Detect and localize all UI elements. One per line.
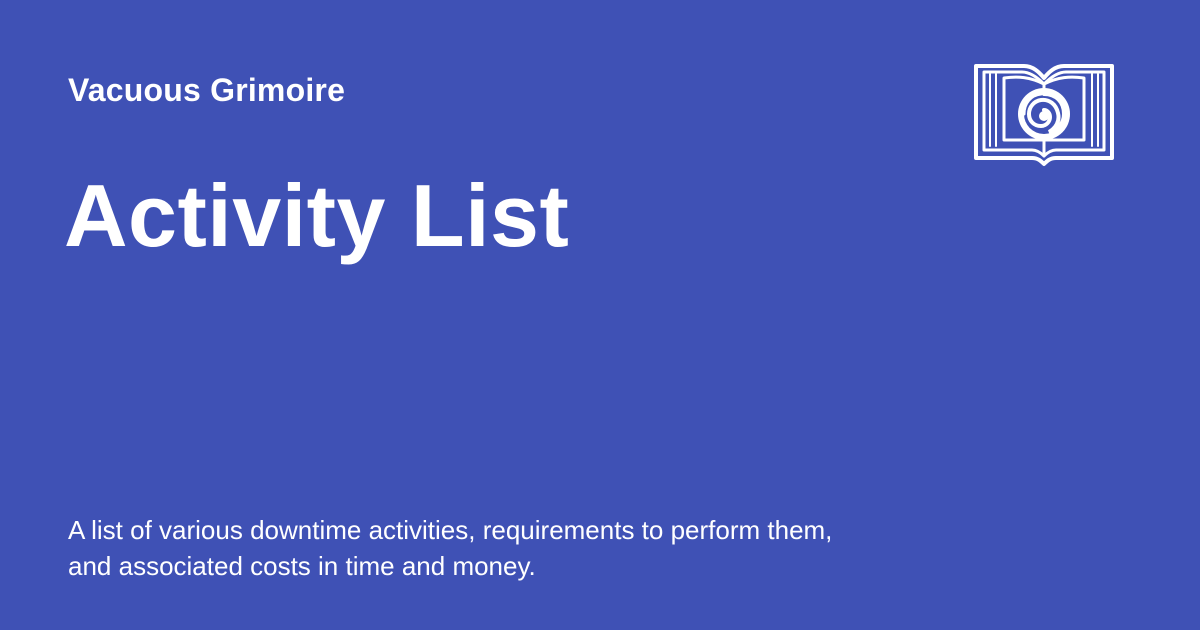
- social-preview-card: Vacuous Grimoire Activity List A list of…: [0, 0, 1200, 630]
- open-book-vortex-icon: [972, 60, 1116, 168]
- page-title: Activity List: [64, 166, 570, 265]
- site-name: Vacuous Grimoire: [68, 72, 346, 108]
- page-description: A list of various downtime activities, r…: [68, 515, 833, 581]
